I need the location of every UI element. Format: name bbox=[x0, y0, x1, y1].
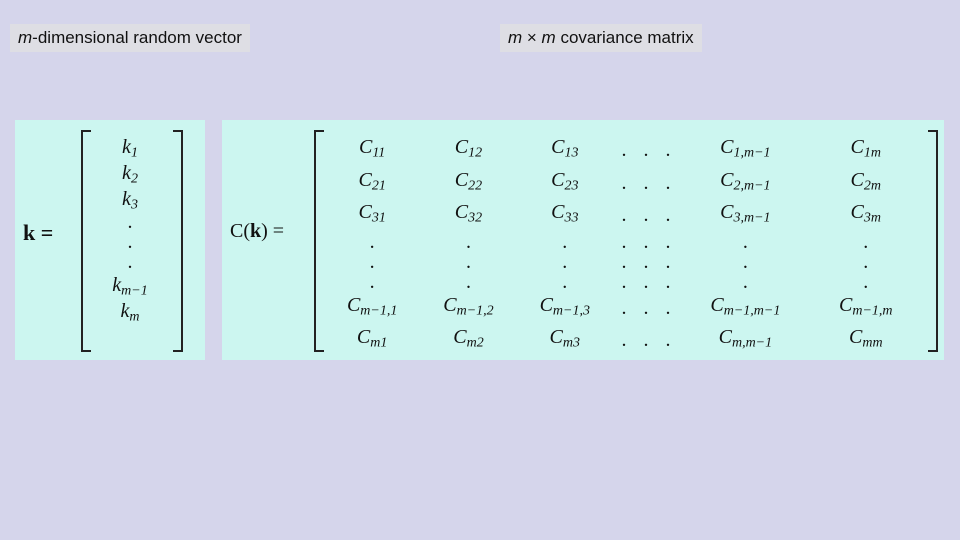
matrix-row: .... . ... bbox=[324, 252, 926, 272]
matrix-cell: . bbox=[806, 272, 926, 292]
matrix-cell: C1m bbox=[806, 134, 926, 167]
matrix-cell: Cm−1,3 bbox=[517, 292, 613, 325]
matrix-cell: Cm,m−1 bbox=[685, 324, 805, 357]
matrix-cell: . . . bbox=[613, 232, 685, 252]
matrix-cell: . . . bbox=[613, 324, 685, 357]
matrix-cell: C21 bbox=[324, 167, 420, 200]
bracket-right-icon bbox=[173, 130, 183, 352]
vector-entry: km−1 bbox=[95, 272, 165, 298]
matrix-cell: . bbox=[685, 252, 805, 272]
matrix-cell: . bbox=[324, 232, 420, 252]
matrix-cell: . bbox=[420, 272, 516, 292]
bracket-left-icon bbox=[314, 130, 324, 352]
matrix-cell: C2m bbox=[806, 167, 926, 200]
matrix-cell: C33 bbox=[517, 199, 613, 232]
matrix-cell: C2,m−1 bbox=[685, 167, 805, 200]
matrix-cell: Cmm bbox=[806, 324, 926, 357]
matrix-cell: . . . bbox=[613, 199, 685, 232]
title-times: × bbox=[522, 28, 541, 47]
matrix-cell: Cm−1,1 bbox=[324, 292, 420, 325]
bracket-left-icon bbox=[81, 130, 91, 352]
matrix-cell: Cm−1,m−1 bbox=[685, 292, 805, 325]
matrix-cell: . . . bbox=[613, 134, 685, 167]
matrix-row: C31C32C33. . .C3,m−1C3m bbox=[324, 199, 926, 232]
title-right-rest: covariance matrix bbox=[556, 28, 694, 47]
matrix-cell: . bbox=[324, 252, 420, 272]
matrix-cell: . bbox=[806, 232, 926, 252]
matrix-cell: . bbox=[517, 252, 613, 272]
matrix-row: Cm−1,1Cm−1,2Cm−1,3. . .Cm−1,m−1Cm−1,m bbox=[324, 292, 926, 325]
matrix-cell: . bbox=[685, 272, 805, 292]
matrix-cell: C13 bbox=[517, 134, 613, 167]
title-m1: m bbox=[508, 28, 522, 47]
title-m: m bbox=[18, 28, 32, 47]
matrix-cell: C1,m−1 bbox=[685, 134, 805, 167]
matrix-cell: . bbox=[324, 272, 420, 292]
matrix-cell: . . . bbox=[613, 252, 685, 272]
matrix-cell: C23 bbox=[517, 167, 613, 200]
matrix-cell: . . . bbox=[613, 167, 685, 200]
covariance-lhs: C(k) = bbox=[230, 220, 284, 243]
covariance-block: C(k) = C11C12C13. . .C1,m−1C1mC21C22C23.… bbox=[222, 120, 944, 360]
matrix-cell: Cm3 bbox=[517, 324, 613, 357]
matrix-cell: C11 bbox=[324, 134, 420, 167]
vector-entry: k1 bbox=[95, 134, 165, 160]
vector-entry: k2 bbox=[95, 160, 165, 186]
matrix-cell: . bbox=[420, 232, 516, 252]
matrix-cell: Cm−1,m bbox=[806, 292, 926, 325]
matrix-cell: C3m bbox=[806, 199, 926, 232]
matrix-cell: C31 bbox=[324, 199, 420, 232]
matrix-cell: Cm1 bbox=[324, 324, 420, 357]
matrix-cell: . bbox=[806, 252, 926, 272]
vector-entry: km bbox=[95, 298, 165, 324]
vector-entry: k3 bbox=[95, 186, 165, 212]
vector-entry: . bbox=[95, 232, 165, 252]
matrix-row: C11C12C13. . .C1,m−1C1m bbox=[324, 134, 926, 167]
matrix-row: Cm1Cm2Cm3. . .Cm,m−1Cmm bbox=[324, 324, 926, 357]
matrix-cell: . . . bbox=[613, 272, 685, 292]
matrix-cell: C22 bbox=[420, 167, 516, 200]
vector-lhs: k = bbox=[23, 220, 53, 246]
matrix-row: C21C22C23. . .C2,m−1C2m bbox=[324, 167, 926, 200]
title-left-rest: -dimensional random vector bbox=[32, 28, 242, 47]
matrix-cell: C12 bbox=[420, 134, 516, 167]
title-random-vector: m-dimensional random vector bbox=[10, 24, 250, 52]
matrix-cell: Cm−1,2 bbox=[420, 292, 516, 325]
matrix-row: .... . ... bbox=[324, 232, 926, 252]
matrix-cell: Cm2 bbox=[420, 324, 516, 357]
vector-block: k = k1k2k3...km−1km bbox=[15, 120, 205, 360]
matrix-cell: C3,m−1 bbox=[685, 199, 805, 232]
vector-entry: . bbox=[95, 252, 165, 272]
matrix-cell: C32 bbox=[420, 199, 516, 232]
matrix-cell: . . . bbox=[613, 292, 685, 325]
matrix-cell: . bbox=[517, 272, 613, 292]
vector-entries: k1k2k3...km−1km bbox=[95, 134, 165, 324]
title-covariance-matrix: m × m covariance matrix bbox=[500, 24, 702, 52]
matrix-cell: . bbox=[685, 232, 805, 252]
bracket-right-icon bbox=[928, 130, 938, 352]
vector-entry: . bbox=[95, 212, 165, 232]
title-m2: m bbox=[542, 28, 556, 47]
matrix-cell: . bbox=[517, 232, 613, 252]
matrix-row: .... . ... bbox=[324, 272, 926, 292]
matrix-cell: . bbox=[420, 252, 516, 272]
covariance-grid: C11C12C13. . .C1,m−1C1mC21C22C23. . .C2,… bbox=[324, 134, 926, 357]
